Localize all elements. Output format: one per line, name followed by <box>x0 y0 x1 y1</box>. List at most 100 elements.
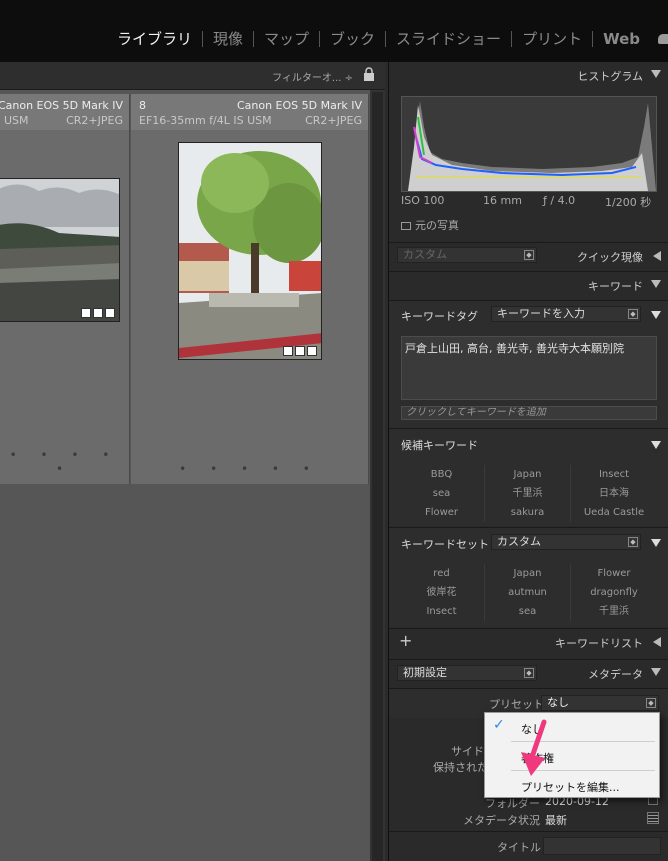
keyword-set-section: キーワードセット カスタム ◆ red Japan Flower 彼岸花 autm… <box>389 527 668 627</box>
quick-develop-header[interactable]: カスタム ◆ クイック現像 <box>389 242 668 268</box>
metadata-view-select[interactable]: 初期設定 ◆ <box>397 665 537 681</box>
keywords-header[interactable]: キーワード <box>389 271 668 297</box>
keyword-set-item[interactable]: Insect <box>399 602 485 621</box>
suggested-keyword[interactable]: Ueda Castle <box>571 503 657 522</box>
module-book[interactable]: ブック <box>320 28 385 49</box>
camera-label: Canon EOS 5D Mark IV <box>0 99 123 112</box>
iso-value: ISO 100 <box>401 194 445 207</box>
keyword-list-title: キーワードリスト <box>555 637 643 650</box>
grid-cell[interactable]: Canon EOS 5D Mark IV USM CR2+JPEG • • • … <box>0 94 130 484</box>
exif-info: ISO 100 16 mm ƒ / 4.0 1/200 秒 <box>401 194 657 209</box>
menu-item-edit-presets[interactable]: プリセットを編集... <box>485 773 659 797</box>
format-label: CR2+JPEG <box>305 114 362 127</box>
photo-thumbnail[interactable] <box>0 178 120 322</box>
list-icon[interactable] <box>647 812 659 824</box>
suggested-keyword[interactable]: Insect <box>571 465 657 484</box>
module-library[interactable]: ライブラリ <box>107 28 202 49</box>
collapse-triangle-icon[interactable] <box>651 280 661 288</box>
collapse-triangle-icon[interactable] <box>651 668 661 676</box>
quick-develop-preset-value: カスタム <box>403 248 447 261</box>
suggested-keyword[interactable]: Flower <box>399 503 485 522</box>
metadata-status-label: メタデータ状況 <box>463 814 540 827</box>
suggested-keyword[interactable]: Japan <box>485 465 571 484</box>
rating-dots[interactable]: • • • • • <box>0 448 129 476</box>
keyword-set-label: キーワードセット <box>401 538 489 551</box>
module-slideshow[interactable]: スライドショー <box>386 28 511 49</box>
metadata-preset-value: なし <box>547 696 569 709</box>
cloud-icon[interactable] <box>658 33 668 44</box>
title-field[interactable] <box>543 837 661 855</box>
held-label: 保持された <box>433 761 488 774</box>
keyword-tags-select[interactable]: キーワードを入力 ◆ <box>491 306 641 322</box>
menu-item-label: プリセットを編集... <box>521 781 620 794</box>
keyword-set-item[interactable]: Japan <box>485 564 571 583</box>
title-label: タイトル <box>497 841 541 854</box>
camera-label: Canon EOS 5D Mark IV <box>236 99 362 112</box>
lens-label: EF16-35mm f/4L IS USM <box>139 114 272 127</box>
grid-scrollbar-thumb[interactable] <box>372 92 383 861</box>
module-print[interactable]: プリント <box>512 28 592 49</box>
filter-presets-dropdown[interactable]: フィルターオ... ÷ <box>272 69 353 84</box>
keyword-set-item[interactable]: Flower <box>571 564 657 583</box>
module-map[interactable]: マップ <box>254 28 319 49</box>
quick-develop-preset[interactable]: カスタム ◆ <box>397 247 537 263</box>
menu-separator <box>511 741 655 742</box>
histogram-graph <box>401 96 657 192</box>
menu-item-label: なし <box>521 723 543 736</box>
metadata-header[interactable]: 初期設定 ◆ メタデータ <box>389 659 668 685</box>
keyword-text-area[interactable]: 戸倉上山田, 高台, 善光寺, 善光寺大本願別院 <box>401 336 657 400</box>
original-photo-label: 元の写真 <box>415 219 459 232</box>
dropdown-arrow-icon: ◆ <box>524 250 534 260</box>
rating-dots[interactable]: • • • • • <box>131 462 368 476</box>
suggested-keyword[interactable]: BBQ <box>399 465 485 484</box>
keyword-set-item[interactable]: 彼岸花 <box>399 583 485 602</box>
keyword-set-item[interactable]: red <box>399 564 485 583</box>
keyword-list-header[interactable]: + キーワードリスト <box>389 628 668 654</box>
metadata-status-value: 最新 <box>545 814 567 827</box>
cell-header: 8 Canon EOS 5D Mark IV EF16-35mm f/4L IS… <box>131 94 368 130</box>
keyword-set-item[interactable]: 千里浜 <box>571 602 657 621</box>
divider <box>389 831 668 832</box>
collapse-triangle-icon[interactable] <box>651 539 661 547</box>
module-web[interactable]: Web <box>593 30 650 48</box>
keyword-set-grid: red Japan Flower 彼岸花 autmun dragonfly In… <box>399 564 657 621</box>
menu-separator <box>511 770 655 771</box>
keyword-tags-menu-icon[interactable] <box>651 311 661 319</box>
keyword-set-item[interactable]: dragonfly <box>571 583 657 602</box>
checkbox[interactable] <box>401 222 411 230</box>
quick-develop-title: クイック現像 <box>577 251 643 264</box>
grid-cell[interactable]: 8 Canon EOS 5D Mark IV EF16-35mm f/4L IS… <box>131 94 369 484</box>
plus-icon[interactable]: + <box>399 631 412 650</box>
index-label: 8 <box>139 99 146 112</box>
suggested-keyword[interactable]: 千里浜 <box>485 484 571 503</box>
metadata-preset-select[interactable]: なし ◆ <box>541 695 659 711</box>
menu-item-copyright[interactable]: 著作権 <box>485 744 659 768</box>
menu-item-none[interactable]: ✓ なし <box>485 715 659 739</box>
expand-triangle-icon[interactable] <box>653 251 661 261</box>
photo-thumbnail[interactable] <box>178 142 322 360</box>
filter-bar: フィルターオ... ÷ <box>0 62 385 90</box>
keyword-set-item[interactable]: sea <box>485 602 571 621</box>
metadata-badge-icon <box>93 308 103 318</box>
aperture-value: ƒ / 4.0 <box>543 194 576 207</box>
suggested-keyword[interactable]: sea <box>399 484 485 503</box>
keyword-set-item[interactable]: autmun <box>485 583 571 602</box>
suggested-keyword[interactable]: 日本海 <box>571 484 657 503</box>
metadata-badge-icon <box>295 346 305 356</box>
module-bar: ライブラリ 現像 マップ ブック スライドショー プリント Web <box>0 0 668 62</box>
collapse-triangle-icon[interactable] <box>651 70 661 78</box>
collapse-triangle-icon[interactable] <box>651 441 661 449</box>
suggested-keywords-grid: BBQ Japan Insect sea 千里浜 日本海 Flower saku… <box>399 465 657 522</box>
module-develop[interactable]: 現像 <box>203 28 253 49</box>
menu-item-label: 著作権 <box>521 752 554 765</box>
keyword-add-field[interactable]: クリックしてキーワードを追加 <box>401 406 657 420</box>
histogram-header[interactable]: ヒストグラム <box>389 62 668 88</box>
thumbnail-badges <box>81 308 115 318</box>
expand-triangle-icon[interactable] <box>653 637 661 647</box>
shutter-value: 1/200 秒 <box>605 196 652 209</box>
metadata-view-value: 初期設定 <box>403 666 447 679</box>
keyword-set-select[interactable]: カスタム ◆ <box>491 534 641 550</box>
suggested-keyword[interactable]: sakura <box>485 503 571 522</box>
lock-icon[interactable] <box>363 67 375 81</box>
original-photo-toggle[interactable]: 元の写真 <box>401 217 459 233</box>
